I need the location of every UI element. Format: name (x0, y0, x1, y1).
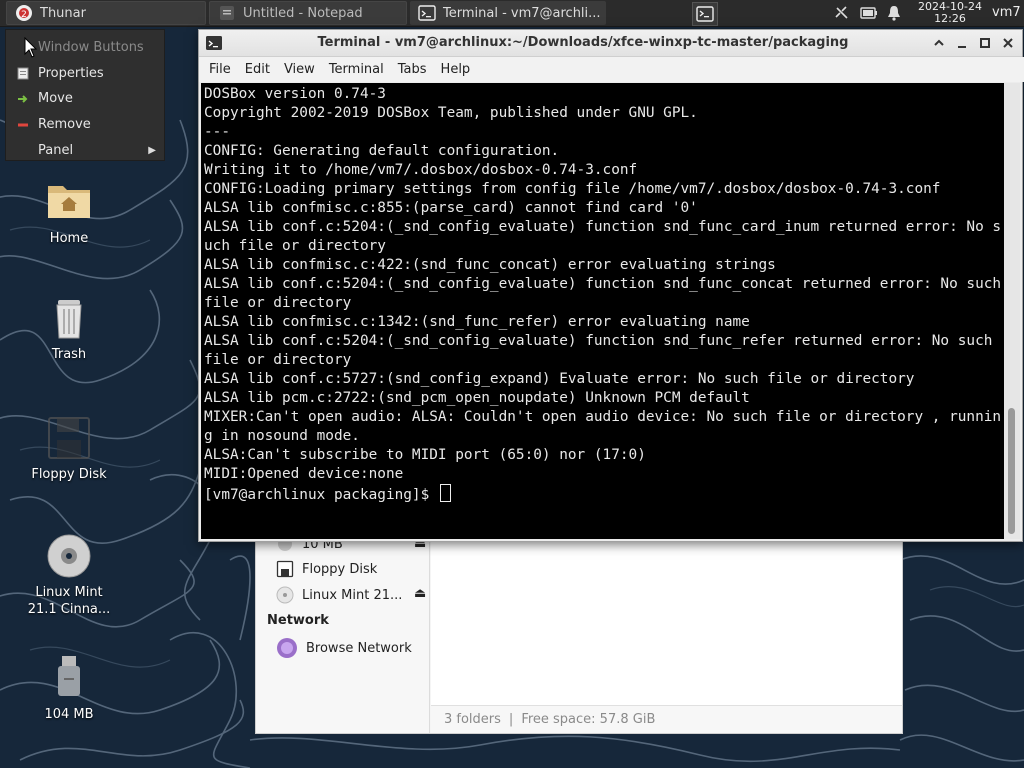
terminal-output: DOSBox version 0.74-3 Copyright 2002-201… (204, 86, 1002, 482)
free-space: Free space: 57.8 GiB (521, 712, 656, 727)
terminal-app-icon (418, 4, 436, 22)
sidebar-section-network: Network (267, 613, 329, 628)
eject-icon[interactable]: ⏏ (414, 586, 426, 601)
svg-text:2: 2 (21, 10, 27, 20)
terminal-menubar: File Edit View Terminal Tabs Help (199, 57, 1024, 82)
sidebar-item-label: Linux Mint 21... (302, 587, 403, 603)
desktop-icon-label: Linux Mint 21.1 Cinna... (27, 585, 111, 617)
menu-tabs[interactable]: Tabs (398, 62, 435, 77)
floppy-disk-icon (276, 560, 294, 578)
network-disconnected-icon[interactable] (833, 4, 851, 22)
terminal-cursor (439, 484, 451, 502)
taskbar-item-thunar[interactable]: 2 Thunar (6, 1, 206, 25)
sidebar-item-label: Floppy Disk (302, 561, 378, 577)
submenu-arrow-icon: ▶ (148, 144, 156, 156)
desktop-icon-usb-drive[interactable]: 104 MB (19, 654, 119, 723)
network-icon (276, 637, 298, 659)
optical-disc-icon (45, 532, 93, 580)
desktop-icon-label: Trash (51, 347, 87, 362)
taskbar-item-label: Untitled - Notepad (243, 5, 363, 21)
clock-time: 12:26 (934, 12, 966, 25)
terminal-titlebar[interactable]: Terminal - vm7@archlinux:~/Downloads/xfc… (199, 30, 1022, 57)
panel-user-label[interactable]: vm7 (992, 5, 1021, 20)
desktop-icon-linux-mint-disc[interactable]: Linux Mint 21.1 Cinna... (19, 532, 119, 618)
menu-edit[interactable]: Edit (245, 62, 278, 77)
desktop-icon-label: 104 MB (44, 707, 94, 722)
sidebar-item-floppy-disk[interactable]: Floppy Disk (276, 559, 377, 579)
thunar-file-view[interactable] (431, 529, 902, 705)
menu-item-label: Window Buttons (38, 40, 144, 56)
shade-window-button[interactable] (931, 35, 947, 51)
sidebar-item-browse-network[interactable]: Browse Network (276, 638, 412, 658)
menu-item-label: Move (38, 91, 73, 107)
folder-count: 3 folders (444, 712, 501, 727)
terminal-text: DOSBox version 0.74-3 Copyright 2002-201… (201, 83, 1004, 505)
minimize-window-button[interactable] (954, 35, 970, 51)
thunar-statusbar: 3 folders | Free space: 57.8 GiB (431, 705, 902, 733)
notepad-app-icon (218, 4, 236, 22)
menu-item-label: Remove (38, 117, 91, 133)
terminal-output-area[interactable]: DOSBox version 0.74-3 Copyright 2002-201… (201, 83, 1004, 539)
menu-help[interactable]: Help (441, 62, 479, 77)
desktop-icon-home[interactable]: Home (19, 178, 119, 247)
thunar-window[interactable]: 10 MB ⏏ Floppy Disk Linux Mint 21... ⏏ N… (255, 528, 903, 734)
home-folder-icon (45, 178, 93, 226)
floppy-disk-icon (45, 414, 93, 462)
menu-item-label: Panel (38, 142, 74, 158)
menu-item-remove[interactable]: Remove (6, 112, 164, 138)
desktop-icon-floppy-disk[interactable]: Floppy Disk (19, 414, 119, 483)
taskbar-item-label: Terminal - vm7@archli... (443, 5, 601, 21)
status-separator: | (508, 712, 514, 727)
sidebar-item-label: Browse Network (306, 640, 412, 656)
terminal-scrollbar-thumb[interactable] (1008, 408, 1015, 534)
blank-icon (16, 143, 30, 157)
menu-item-properties[interactable]: Properties (6, 61, 164, 87)
usb-drive-icon (45, 654, 93, 702)
menu-view[interactable]: View (284, 62, 323, 77)
desktop-icon-label: Home (49, 231, 89, 246)
trash-icon (45, 294, 93, 342)
battery-icon[interactable] (859, 4, 879, 22)
mouse-pointer-icon (24, 37, 38, 58)
move-arrow-icon (16, 92, 30, 106)
terminal-window[interactable]: Terminal - vm7@archlinux:~/Downloads/xfc… (198, 29, 1024, 542)
taskbar-item-label: Thunar (40, 5, 86, 21)
thunar-sidebar: 10 MB ⏏ Floppy Disk Linux Mint 21... ⏏ N… (256, 529, 430, 733)
terminal-scrollbar[interactable] (1004, 83, 1020, 539)
terminal-title: Terminal - vm7@archlinux:~/Downloads/xfc… (317, 35, 849, 50)
properties-icon (16, 66, 30, 80)
menu-item-panel[interactable]: Panel ▶ (6, 137, 164, 163)
close-window-button[interactable] (1000, 35, 1016, 51)
menu-terminal[interactable]: Terminal (329, 62, 392, 77)
optical-disc-icon (276, 586, 294, 604)
terminal-launcher-icon[interactable] (692, 2, 718, 26)
menu-file[interactable]: File (209, 62, 239, 77)
desktop-icon-trash[interactable]: Trash (19, 294, 119, 363)
desktop-icon-label: Floppy Disk (31, 467, 107, 482)
menu-item-label: Properties (38, 65, 104, 81)
thunar-app-icon: 2 (15, 4, 33, 22)
taskbar-item-notepad[interactable]: Untitled - Notepad (209, 1, 407, 25)
terminal-window-icon (205, 34, 223, 52)
terminal-prompt: [vm7@archlinux packaging]$ (204, 487, 438, 503)
maximize-window-button[interactable] (977, 35, 993, 51)
top-panel: 2 Thunar Untitled - Notepad Terminal - v… (0, 0, 1024, 27)
panel-clock[interactable]: 2024-10-24 12:26 (914, 1, 986, 25)
remove-icon (16, 118, 30, 132)
menu-item-move[interactable]: Move (6, 86, 164, 112)
sidebar-item-linux-mint[interactable]: Linux Mint 21... ⏏ (276, 585, 426, 605)
notification-bell-icon[interactable] (885, 4, 903, 22)
taskbar-item-terminal[interactable]: Terminal - vm7@archli... (410, 1, 606, 25)
